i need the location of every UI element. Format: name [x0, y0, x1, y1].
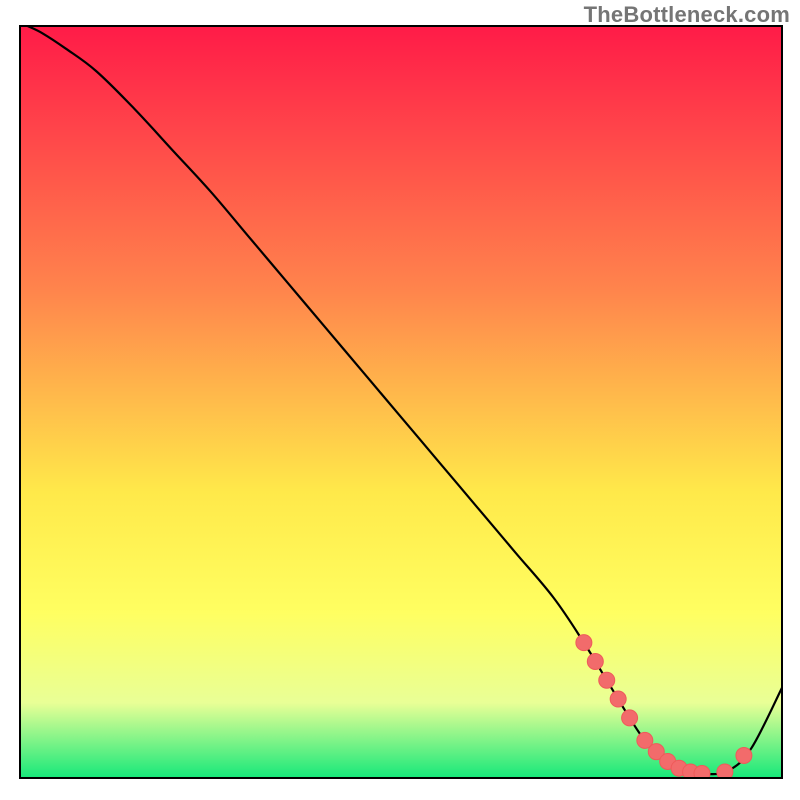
data-marker: [622, 710, 638, 726]
data-marker: [736, 747, 752, 763]
data-marker: [694, 765, 710, 781]
data-marker: [610, 691, 626, 707]
watermark-label: TheBottleneck.com: [584, 2, 790, 28]
bottleneck-chart: [0, 0, 800, 800]
chart-frame: TheBottleneck.com: [0, 0, 800, 800]
data-marker: [599, 672, 615, 688]
plot-background: [20, 26, 782, 778]
data-marker: [587, 653, 603, 669]
data-marker: [576, 635, 592, 651]
